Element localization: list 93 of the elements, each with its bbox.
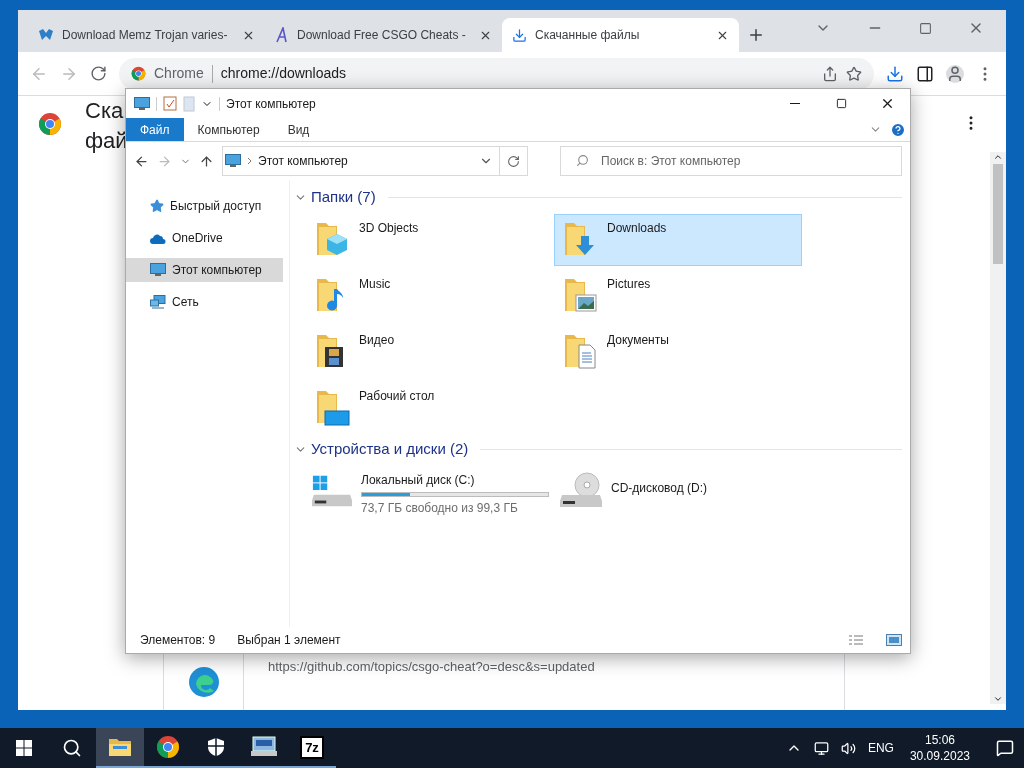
scroll-thumb[interactable] [993, 164, 1003, 264]
search-icon [62, 738, 82, 758]
download-icon [512, 27, 527, 43]
folder-item[interactable]: Pictures [554, 270, 802, 322]
nav-item[interactable]: Этот компьютер [126, 258, 283, 282]
side-panel-icon[interactable] [916, 64, 934, 83]
item-name: Видео [359, 332, 395, 349]
windows-logo-icon [16, 740, 32, 756]
properties-icon[interactable] [163, 96, 177, 111]
download-icon[interactable] [886, 64, 904, 83]
free-space-text: 73,7 ГБ свободно из 99,3 ГБ [361, 500, 519, 517]
address-field[interactable]: Этот компьютер [222, 146, 528, 176]
item-name: 3D Objects [359, 220, 419, 237]
large-icons-view-icon[interactable] [886, 634, 902, 646]
ribbon-tab[interactable]: Компьютер [183, 118, 274, 141]
folder-item[interactable]: Видео [306, 326, 554, 378]
share-icon[interactable] [822, 65, 838, 82]
page-heading: фай [85, 127, 128, 155]
new-tab-icon[interactable] [747, 26, 765, 44]
item-name: Pictures [607, 276, 651, 293]
site-label: Chrome [154, 64, 204, 83]
network-icon[interactable] [813, 740, 829, 756]
bookmark-star-icon[interactable] [846, 65, 862, 82]
item-name: Локальный диск (C:) [361, 472, 476, 489]
network-icon [150, 295, 166, 309]
address-bar[interactable]: Chrome chrome://downloads [119, 57, 874, 90]
scrollbar[interactable] [990, 152, 1006, 704]
drive-item[interactable]: CD-дисковод (D:) [554, 466, 802, 518]
reload-icon[interactable] [90, 65, 107, 82]
group-header[interactable]: Папки (7) [311, 185, 376, 209]
taskbar-app[interactable] [96, 728, 144, 768]
up-icon[interactable] [199, 153, 214, 169]
letter-icon [275, 27, 289, 43]
help-icon[interactable] [890, 121, 906, 138]
item-name: Документы [607, 332, 669, 349]
nav-item[interactable]: OneDrive [126, 226, 283, 250]
computer-icon [134, 96, 150, 111]
tab-title: Скачанные файлы [535, 27, 641, 44]
folder-item[interactable]: Рабочий стол [306, 382, 554, 434]
computer-icon [251, 736, 277, 758]
ribbon-tab[interactable]: Вид [273, 118, 324, 141]
cloud-icon [150, 232, 166, 244]
shield-icon [207, 737, 225, 757]
chevron-right-icon [247, 157, 252, 165]
page-heading: Ска [85, 97, 125, 125]
url-text: chrome://downloads [220, 64, 348, 83]
taskbar-app[interactable]: 7z [288, 728, 336, 768]
folder-item[interactable]: Music [306, 270, 554, 322]
scroll-up-icon[interactable] [993, 152, 1003, 162]
computer-icon [150, 263, 166, 277]
address-text: Этот компьютер [258, 153, 349, 170]
item-name: Рабочий стол [359, 388, 435, 405]
star-icon [150, 199, 164, 213]
maximize-icon [835, 98, 847, 109]
notifications-icon[interactable] [996, 739, 1014, 757]
scroll-down-icon[interactable] [993, 694, 1003, 704]
item-name: Music [359, 276, 391, 293]
archive-icon: 7z [300, 735, 324, 759]
nav-item[interactable]: Быстрый доступ [126, 194, 283, 218]
folder-item[interactable]: 3D Objects [306, 214, 554, 266]
folder-item[interactable]: Downloads [554, 214, 802, 266]
nav-item[interactable]: Сеть [126, 290, 283, 314]
group-header[interactable]: Устройства и диски (2) [311, 437, 469, 461]
tab-title: Download Memz Trojan varies- [62, 27, 229, 44]
language-indicator[interactable]: ENG [867, 739, 894, 757]
tiles-icon [38, 28, 54, 42]
item-name: Downloads [607, 220, 667, 237]
back-icon[interactable] [134, 153, 149, 169]
drive-item[interactable]: Локальный диск (C:) 73,7 ГБ свободно из 99,3 ГБ [306, 466, 554, 518]
browser-tab[interactable]: Download Memz Trojan varies- [28, 18, 265, 52]
search-icon [576, 154, 589, 167]
search-field[interactable]: Поиск в: Этот компьютер [560, 146, 902, 176]
folder-item[interactable]: Документы [554, 326, 802, 378]
tab-title: Download Free CSGO Cheats - [297, 27, 467, 44]
browser-tab[interactable]: Скачанные файлы [502, 18, 739, 52]
item-count: Элементов: 9 [140, 632, 216, 649]
minimize-icon [790, 103, 800, 104]
ribbon-tab[interactable]: Файл [126, 118, 184, 141]
folder-icon [108, 737, 132, 757]
profile-icon[interactable] [946, 64, 964, 83]
window-title: Этот компьютер [226, 95, 317, 113]
item-name: CD-дисковод (D:) [611, 480, 708, 497]
maximize-icon[interactable] [919, 21, 932, 35]
chrome-icon [131, 66, 146, 81]
computer-icon [225, 154, 241, 168]
chrome-logo-icon [38, 112, 62, 136]
selection-status: Выбран 1 элемент [237, 632, 341, 649]
browser-logo-icon [187, 666, 220, 698]
download-url[interactable]: https://github.com/topics/csgo-cheat?o=desc&s=updated [268, 657, 595, 677]
chrome-icon [156, 735, 180, 759]
browser-tab[interactable]: Download Free CSGO Cheats - [265, 18, 502, 52]
refresh-icon [507, 154, 520, 168]
clock[interactable]: 15:06 30.09.2023 [905, 732, 974, 764]
